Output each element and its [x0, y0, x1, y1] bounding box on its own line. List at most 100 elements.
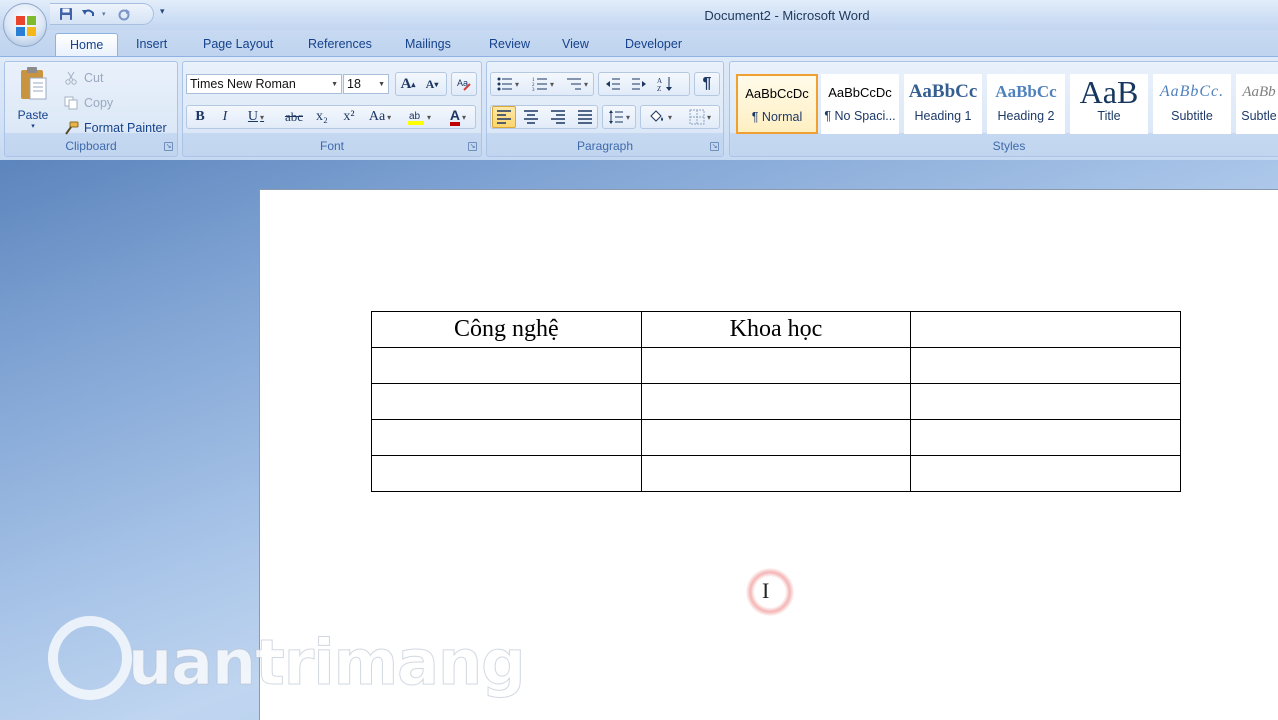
office-button[interactable] — [3, 3, 47, 47]
align-center-button[interactable] — [519, 106, 543, 128]
table-cell[interactable] — [640, 347, 912, 384]
style-name: ¶ Normal — [751, 110, 803, 124]
line-spacing-button[interactable] — [603, 106, 635, 128]
tab-review[interactable]: Review — [489, 37, 530, 51]
table-cell[interactable] — [910, 419, 1181, 456]
copy-button[interactable]: Copy — [63, 96, 113, 110]
line-spacing-icon — [608, 110, 623, 124]
borders-button[interactable] — [682, 106, 718, 128]
tab-insert[interactable]: Insert — [136, 37, 167, 51]
clear-formatting-button[interactable]: Aa — [453, 73, 475, 95]
clipboard-group-label: Clipboard — [65, 139, 117, 153]
highlight-button[interactable]: ab — [401, 106, 437, 128]
style-sample: AaBbCc — [908, 81, 978, 102]
watermark-text: uantrimang — [128, 626, 527, 700]
style-heading-2[interactable]: AaBbCc Heading 2 — [987, 74, 1065, 134]
change-case-button[interactable]: Aa — [364, 106, 396, 128]
tab-developer[interactable]: Developer — [625, 37, 682, 51]
clipboard-launcher-icon[interactable]: ↘ — [164, 142, 173, 151]
table-cell[interactable] — [640, 455, 912, 492]
shading-button[interactable] — [642, 106, 678, 128]
watermark-logo-icon — [48, 616, 132, 700]
ribbon: Paste ▾ Cut Copy Format Painter Clipboar… — [0, 56, 1278, 160]
bullets-icon — [497, 77, 512, 91]
table-cell[interactable] — [910, 347, 1181, 384]
paste-icon — [21, 67, 47, 100]
table-cell[interactable] — [640, 383, 912, 420]
table-cell[interactable] — [371, 455, 642, 492]
bullets-button[interactable] — [492, 73, 524, 95]
format-painter-icon — [63, 121, 79, 135]
italic-button[interactable]: I — [214, 106, 236, 128]
ribbon-tabs: Home Insert Page Layout References Maili… — [0, 30, 1278, 57]
tab-home[interactable]: Home — [55, 33, 119, 57]
paragraph-launcher-icon[interactable]: ↘ — [710, 142, 719, 151]
table-cell[interactable] — [910, 455, 1181, 492]
style-normal[interactable]: AaBbCcDc ¶ Normal — [736, 74, 818, 134]
increase-indent-button[interactable] — [627, 73, 651, 95]
underline-button[interactable]: U — [239, 106, 273, 128]
underline-label: U — [247, 109, 259, 124]
chevron-down-icon: ▼ — [331, 80, 338, 88]
grow-font-label: A — [400, 75, 412, 92]
justify-button[interactable] — [573, 106, 597, 128]
paste-button[interactable]: Paste ▾ — [13, 66, 53, 130]
style-name: Heading 1 — [914, 109, 972, 123]
align-right-button[interactable] — [546, 106, 570, 128]
style-heading-1[interactable]: AaBbCc Heading 1 — [904, 74, 982, 134]
tab-view[interactable]: View — [562, 37, 589, 51]
title-bar: ▾ ▾ Document2 - Microsoft Word — [0, 0, 1278, 30]
font-size-select[interactable]: 18 ▼ — [343, 74, 389, 94]
align-left-button[interactable] — [492, 106, 516, 128]
table-cell[interactable] — [371, 419, 642, 456]
sort-button[interactable]: AZ — [653, 73, 677, 95]
borders-icon — [689, 109, 705, 125]
tab-references[interactable]: References — [308, 37, 372, 51]
copy-icon — [63, 96, 79, 110]
style-subtitle[interactable]: AaBbCc. Subtitle — [1153, 74, 1231, 134]
align-left-icon — [497, 110, 511, 124]
tab-page-layout[interactable]: Page Layout — [203, 37, 273, 51]
highlighter-icon: ab — [407, 111, 424, 125]
font-color-button[interactable]: A — [441, 106, 475, 128]
style-title[interactable]: AaB Title — [1070, 74, 1148, 134]
paste-dropdown-icon[interactable]: ▾ — [13, 122, 53, 130]
grow-font-button[interactable]: A ▴ — [397, 73, 419, 95]
table-cell[interactable] — [371, 383, 642, 420]
clear-formatting-icon: Aa — [457, 78, 471, 91]
table-cell[interactable] — [910, 383, 1181, 420]
format-painter-button[interactable]: Format Painter — [63, 121, 167, 135]
cut-button[interactable]: Cut — [63, 71, 103, 85]
show-hide-marks-button[interactable]: ¶ — [695, 73, 719, 95]
svg-text:Z: Z — [657, 85, 661, 92]
justify-icon — [578, 110, 592, 124]
table-cell[interactable] — [371, 347, 642, 384]
table-cell[interactable] — [640, 419, 912, 456]
tab-mailings[interactable]: Mailings — [405, 37, 451, 51]
table-cell[interactable] — [910, 311, 1181, 348]
numbering-button[interactable]: 123 — [527, 73, 559, 95]
text-cursor-icon: I — [762, 578, 770, 603]
document-table[interactable]: Công nghệ Khoa học — [371, 311, 1181, 492]
decrease-indent-icon — [606, 78, 620, 90]
align-center-icon — [524, 110, 538, 124]
cut-label: Cut — [84, 71, 104, 85]
svg-text:ab: ab — [409, 111, 421, 122]
shrink-font-button[interactable]: A ▾ — [421, 73, 443, 95]
font-launcher-icon[interactable]: ↘ — [468, 142, 477, 151]
bold-button[interactable]: B — [189, 106, 211, 128]
multilevel-list-button[interactable] — [561, 73, 593, 95]
paragraph-group-label: Paragraph — [576, 139, 634, 153]
strikethrough-button[interactable]: abc — [281, 106, 307, 128]
decrease-indent-button[interactable] — [601, 73, 625, 95]
style-no-spacing[interactable]: AaBbCcDc ¶ No Spaci... — [821, 74, 899, 134]
table-row — [371, 419, 1181, 456]
subscript-button[interactable]: x₂ — [310, 106, 334, 128]
numbering-icon: 123 — [532, 78, 547, 91]
table-cell[interactable]: Khoa học — [640, 311, 912, 348]
table-row: Công nghệ Khoa học — [371, 311, 1181, 348]
font-family-select[interactable]: Times New Roman ▼ — [186, 74, 342, 94]
superscript-button[interactable]: x² — [337, 106, 361, 128]
table-cell[interactable]: Công nghệ — [371, 311, 642, 348]
style-subtle-emphasis[interactable]: AaBb Subtle — [1236, 74, 1278, 134]
